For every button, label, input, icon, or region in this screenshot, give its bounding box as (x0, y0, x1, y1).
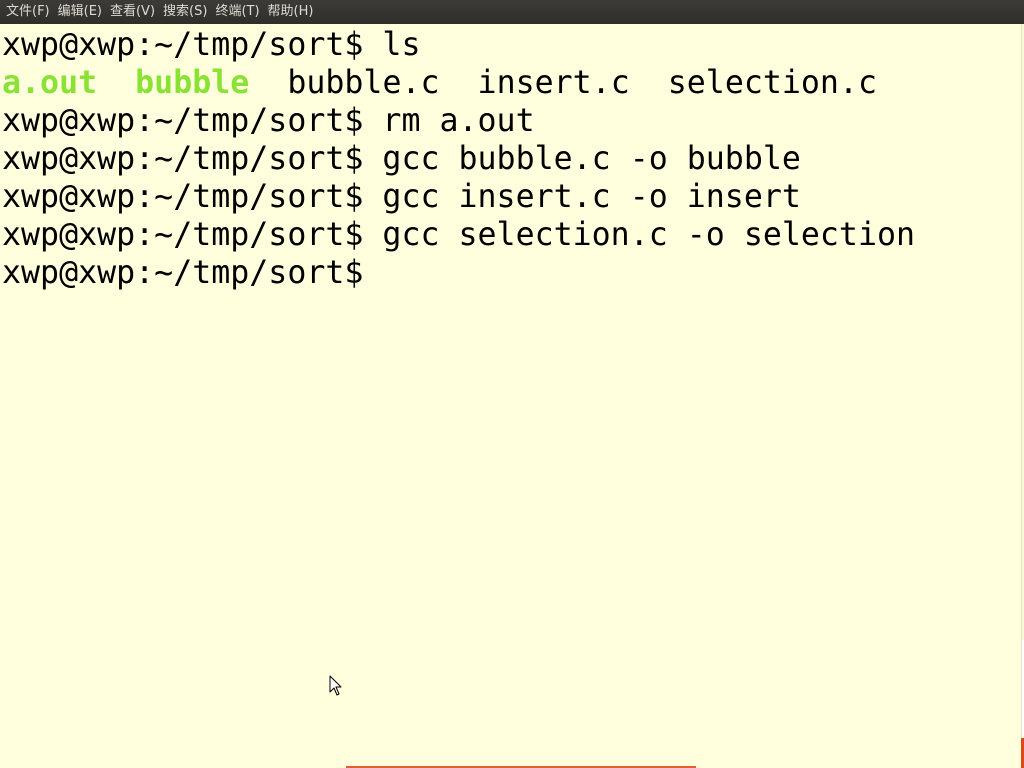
menubar: 文件(F) 编辑(E) 查看(V) 搜索(S) 终端(T) 帮助(H) (0, 0, 1024, 24)
shell-prompt: xwp@xwp:~/tmp/sort$ (2, 103, 364, 139)
menu-help[interactable]: 帮助(H) (264, 0, 318, 24)
terminal-line: xwp@xwp:~/tmp/sort$ gcc bubble.c -o bubb… (0, 140, 1022, 178)
menu-edit[interactable]: 编辑(E) (54, 0, 106, 24)
terminal-line: a.out bubble bubble.c insert.c selection… (0, 64, 1022, 102)
file-executable: a.out (2, 65, 98, 101)
file-list: bubble.c insert.c selection.c (249, 65, 877, 101)
shell-prompt: xwp@xwp:~/tmp/sort$ (2, 217, 364, 253)
shell-prompt: xwp@xwp:~/tmp/sort$ (2, 255, 364, 291)
shell-prompt: xwp@xwp:~/tmp/sort$ (2, 179, 364, 215)
arrow-pointer-icon (329, 675, 342, 696)
command-text: gcc insert.c -o insert (363, 179, 801, 215)
shell-prompt: xwp@xwp:~/tmp/sort$ (2, 141, 364, 177)
command-text: ls (363, 27, 421, 63)
file-executable: bubble (135, 65, 250, 101)
command-text: gcc bubble.c -o bubble (363, 141, 801, 177)
terminal-line: xwp@xwp:~/tmp/sort$ rm a.out (0, 102, 1022, 140)
command-text: gcc selection.c -o selection (363, 217, 916, 253)
terminal-line: xwp@xwp:~/tmp/sort$ gcc selection.c -o s… (0, 216, 1022, 254)
terminal-line: xwp@xwp:~/tmp/sort$ gcc insert.c -o inse… (0, 178, 1022, 216)
menu-view[interactable]: 查看(V) (106, 0, 159, 24)
terminal-output[interactable]: xwp@xwp:~/tmp/sort$ ls a.out bubble bubb… (0, 24, 1022, 768)
terminal-line: xwp@xwp:~/tmp/sort$ ls (0, 26, 1022, 64)
separator (97, 65, 135, 101)
menu-search[interactable]: 搜索(S) (159, 0, 211, 24)
menu-terminal[interactable]: 终端(T) (211, 0, 263, 24)
menu-file[interactable]: 文件(F) (2, 0, 54, 24)
terminal-line-current[interactable]: xwp@xwp:~/tmp/sort$ (0, 254, 1022, 292)
command-text: rm a.out (363, 103, 535, 139)
shell-prompt: xwp@xwp:~/tmp/sort$ (2, 27, 364, 63)
